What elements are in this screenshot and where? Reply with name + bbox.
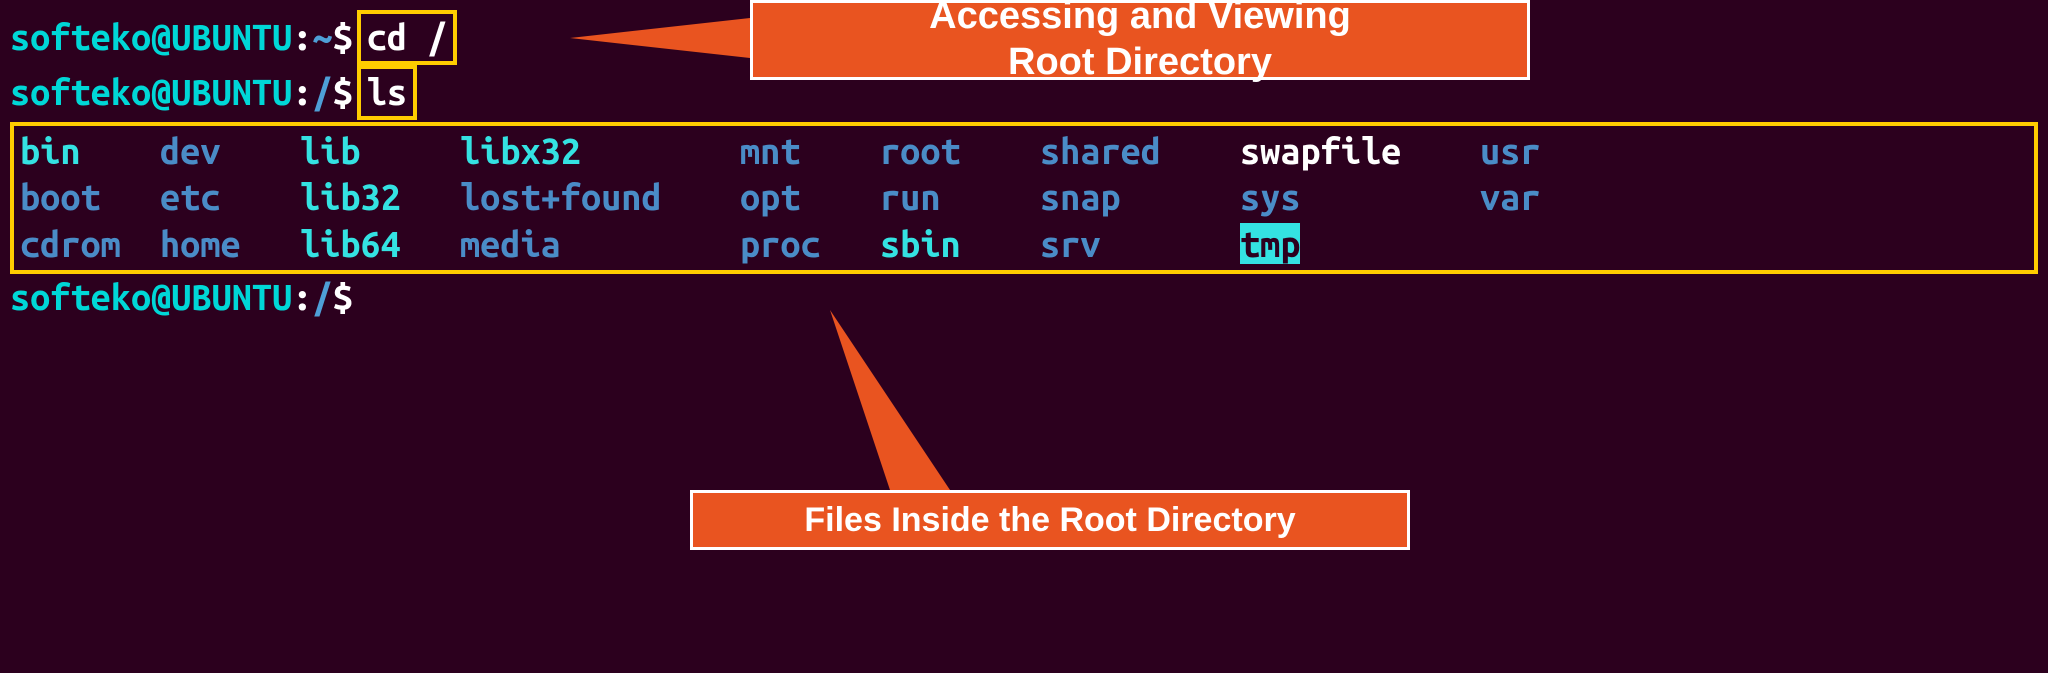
dir-home: home: [160, 221, 300, 268]
callout-arrow-icon: [830, 310, 1030, 510]
dir-bin: bin: [20, 128, 160, 175]
dir-libx32: libx32: [460, 128, 740, 175]
callout-accessing-root: Accessing and Viewing Root Directory: [750, 0, 1530, 80]
dir-boot: boot: [20, 174, 160, 221]
prompt-symbol: $: [333, 14, 353, 61]
path: /: [312, 274, 332, 321]
dir-opt: opt: [740, 174, 880, 221]
empty-cell: [1480, 221, 1580, 268]
dir-sbin: sbin: [880, 221, 1040, 268]
dir-lib: lib: [300, 128, 460, 175]
callout-line2: Root Directory: [1008, 41, 1272, 83]
dir-sys: sys: [1240, 174, 1480, 221]
command-cd[interactable]: cd /: [367, 16, 448, 57]
user-host: softeko@UBUNTU: [10, 274, 292, 321]
dir-root: root: [880, 128, 1040, 175]
user-host: softeko@UBUNTU: [10, 14, 292, 61]
dir-var: var: [1480, 174, 1580, 221]
separator: :: [292, 69, 312, 116]
command-ls[interactable]: ls: [367, 71, 407, 112]
dir-srv: srv: [1040, 221, 1240, 268]
dir-tmp: tmp: [1240, 223, 1300, 264]
path: /: [312, 69, 332, 116]
dir-media: media: [460, 221, 740, 268]
ls-row-3: cdrom home lib64 media proc sbin srv tmp: [20, 221, 2028, 268]
command-highlight-box: ls: [357, 65, 417, 120]
separator: :: [292, 14, 312, 61]
user-host: softeko@UBUNTU: [10, 69, 292, 116]
dir-proc: proc: [740, 221, 880, 268]
dir-run: run: [880, 174, 1040, 221]
dir-cdrom: cdrom: [20, 221, 160, 268]
dir-mnt: mnt: [740, 128, 880, 175]
callout-line1: Accessing and Viewing: [929, 0, 1351, 37]
ls-row-2: boot etc lib32 lost+found opt run snap s…: [20, 174, 2028, 221]
path: ~: [312, 14, 332, 61]
prompt-symbol: $: [333, 274, 353, 321]
callout-files-inside: Files Inside the Root Directory: [690, 490, 1410, 550]
dir-tmp-cell: tmp: [1240, 221, 1480, 268]
dir-usr: usr: [1480, 128, 1580, 175]
dir-dev: dev: [160, 128, 300, 175]
ls-output-box: bin dev lib libx32 mnt root shared swapf…: [10, 122, 2038, 274]
callout-arrow-icon: [570, 18, 750, 58]
file-swapfile: swapfile: [1240, 128, 1480, 175]
dir-snap: snap: [1040, 174, 1240, 221]
command-highlight-box: cd /: [357, 10, 458, 65]
dir-shared: shared: [1040, 128, 1240, 175]
prompt-symbol: $: [333, 69, 353, 116]
ls-row-1: bin dev lib libx32 mnt root shared swapf…: [20, 128, 2028, 175]
dir-lib64: lib64: [300, 221, 460, 268]
dir-lib32: lib32: [300, 174, 460, 221]
callout-text: Files Inside the Root Directory: [804, 500, 1295, 541]
dir-etc: etc: [160, 174, 300, 221]
separator: :: [292, 274, 312, 321]
dir-lostfound: lost+found: [460, 174, 740, 221]
